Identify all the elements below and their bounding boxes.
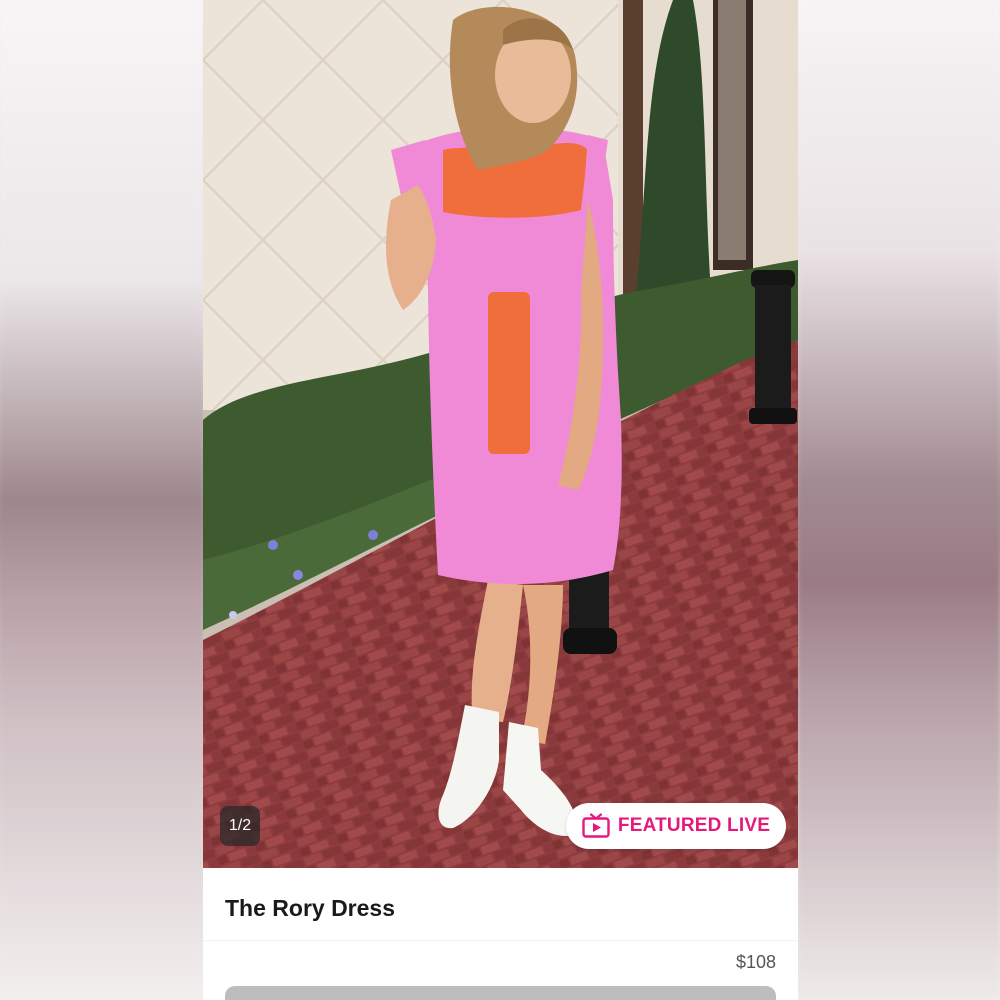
featured-live-badge[interactable]: FEATURED LIVE [566,803,786,849]
tv-play-icon [582,813,610,838]
product-photo[interactable]: 1/2 FEATURED LIVE [203,0,798,868]
featured-live-label: FEATURED LIVE [617,815,771,836]
product-price: $108 [735,952,776,972]
product-title[interactable]: The Rory Dress [225,895,395,922]
product-photo-illustration [203,0,798,868]
image-counter: 1/2 [220,806,260,846]
product-card: 1/2 FEATURED LIVE The Rory Dress $108 [203,0,798,1000]
product-info-panel: The Rory Dress $108 [203,868,798,1000]
blurred-background-left [0,0,203,1000]
blurred-background-right [798,0,1000,1000]
sheet-divider [203,940,798,942]
action-button[interactable] [225,986,776,1000]
